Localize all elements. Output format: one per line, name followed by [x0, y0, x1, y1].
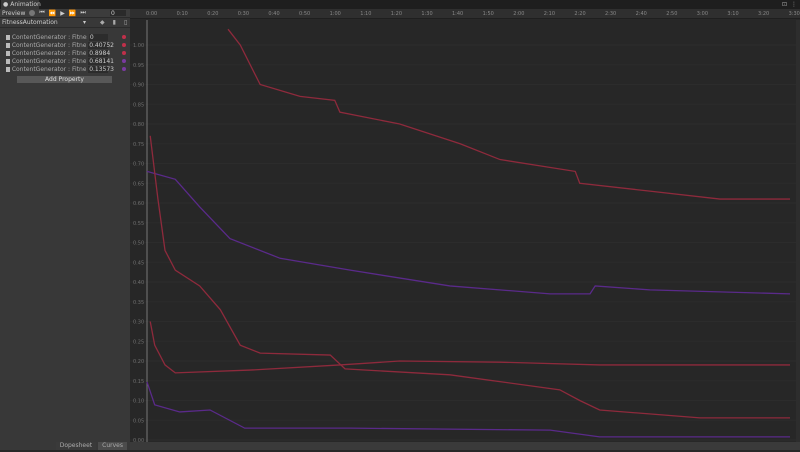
ruler-label: 1:10 [360, 11, 371, 17]
y-tick-label: 0.85 [133, 102, 144, 108]
ruler-label: 2:30 [605, 11, 616, 17]
frame-field[interactable]: 0 [110, 10, 126, 16]
script-icon [6, 67, 10, 72]
record-button[interactable] [29, 10, 35, 16]
script-icon [6, 59, 10, 64]
ruler-label: 1:40 [452, 11, 463, 17]
ruler-label: 0:10 [177, 11, 188, 17]
y-tick-label: 0.10 [133, 399, 144, 405]
preview-button[interactable]: Preview [2, 10, 25, 17]
vertical-scrollbar[interactable] [796, 20, 800, 442]
property-value-field[interactable]: 0.68141 [88, 58, 108, 65]
ruler-label: 1:00 [330, 11, 341, 17]
property-value-field[interactable]: 0.40752 [88, 42, 108, 49]
menu-icon[interactable]: ⋮ [791, 1, 797, 8]
y-tick-label: 0.60 [133, 201, 144, 207]
property-row[interactable]: ContentGenerator : Fitness Plot0 [6, 33, 126, 41]
curve-color-icon [122, 51, 126, 55]
ruler-label: 1:20 [391, 11, 402, 17]
script-icon [6, 43, 10, 48]
y-tick-label: 0.40 [133, 280, 144, 286]
ruler-label: 1:50 [483, 11, 494, 17]
property-label: ContentGenerator : Fitness Plot [12, 34, 87, 41]
y-tick-label: 0.35 [133, 300, 144, 306]
ruler-label: 3:10 [727, 11, 738, 17]
curve-line-2[interactable] [147, 171, 790, 293]
ruler-label: 2:00 [513, 11, 524, 17]
add-keyframe-icon[interactable]: ◆ [100, 19, 105, 26]
y-tick-label: 0.30 [133, 320, 144, 326]
add-event-icon[interactable]: ▮ [113, 19, 116, 26]
property-label: ContentGenerator : Fitness Plot [12, 42, 86, 49]
ruler-label: 3:30 [789, 11, 800, 17]
ruler-label: 3:00 [697, 11, 708, 17]
tab-curves[interactable]: Curves [98, 442, 127, 450]
prev-key-button[interactable]: ⏪ [49, 10, 56, 17]
curve-line-1[interactable] [228, 29, 790, 199]
property-value-field[interactable]: 0.13573 [88, 66, 108, 73]
ruler-label: 2:50 [666, 11, 677, 17]
property-label: ContentGenerator : Fitness Plot [12, 66, 86, 73]
property-panel: Preview ⏮ ⏪ ▶ ⏩ ⏭ 0 FitnessAutomation▾ ◆… [0, 9, 130, 450]
clip-dropdown[interactable]: FitnessAutomation▾ [2, 19, 86, 26]
ruler-label: 0:50 [299, 11, 310, 17]
y-tick-label: 0.90 [133, 83, 144, 89]
animation-icon: ● [3, 1, 8, 8]
y-tick-label: 0.15 [133, 379, 144, 385]
ruler-label: 1:30 [421, 11, 432, 17]
ruler-label: 0:40 [268, 11, 279, 17]
ruler-label: 0:20 [207, 11, 218, 17]
timeline-ruler[interactable]: 0:00 0:10 0:20 0:30 0:40 0:50 1:00 1:10 1:20 1:30… [130, 9, 800, 19]
horizontal-scrollbar[interactable] [130, 442, 800, 450]
first-key-button[interactable]: ⏮ [39, 9, 44, 17]
playback-toolbar: Preview ⏮ ⏪ ▶ ⏩ ⏭ 0 [0, 9, 130, 18]
curve-line-3[interactable] [150, 136, 790, 418]
ruler-label: 3:20 [758, 11, 769, 17]
y-tick-label: 0.75 [133, 142, 144, 148]
play-button[interactable]: ▶ [60, 10, 65, 17]
script-icon [6, 35, 10, 40]
property-row[interactable]: ContentGenerator : Fitness Plot0.68141 [6, 57, 126, 65]
y-tick-label: 0.05 [133, 418, 144, 424]
script-icon [6, 51, 10, 56]
ruler-label: 0:00 [146, 11, 157, 17]
property-row[interactable]: ContentGenerator : Fitness Plot0.40752 [6, 41, 126, 49]
ruler-label: 2:10 [544, 11, 555, 17]
last-key-button[interactable]: ⏭ [80, 9, 85, 17]
y-tick-label: 0.70 [133, 162, 144, 168]
curve-line-5[interactable] [147, 382, 790, 437]
curve-color-icon [122, 35, 126, 39]
y-tick-label: 0.20 [133, 359, 144, 365]
lock-icon[interactable]: ⊡ [782, 1, 787, 8]
curves-plot: 1.00 0.95 0.90 0.85 0.80 0.75 0.70 0.65 0.60 0.55… [130, 20, 800, 450]
filter-icon[interactable]: ▯ [124, 19, 127, 26]
ruler-label: 2:20 [574, 11, 585, 17]
tab-dopesheet[interactable]: Dopesheet [56, 442, 96, 450]
property-row[interactable]: ContentGenerator : Fitness Plot0.13573 [6, 65, 126, 73]
y-tick-label: 0.55 [133, 221, 144, 227]
property-row[interactable]: ContentGenerator : Fitness Plot0.8984 [6, 49, 126, 57]
y-tick-label: 0.95 [133, 63, 144, 69]
y-tick-label: 0.25 [133, 339, 144, 345]
curve-color-icon [122, 67, 126, 71]
property-value-field[interactable]: 0 [89, 34, 108, 41]
y-tick-label: 1.00 [133, 43, 144, 49]
chevron-down-icon: ▾ [83, 19, 86, 26]
curve-editor[interactable]: 1.00 0.95 0.90 0.85 0.80 0.75 0.70 0.65 0.60 0.55… [130, 20, 800, 450]
y-tick-label: 0.45 [133, 260, 144, 266]
y-tick-label: 0.50 [133, 241, 144, 247]
ruler-label: 0:30 [238, 11, 249, 17]
ruler-label: 2:40 [636, 11, 647, 17]
property-value-field[interactable]: 0.8984 [88, 50, 108, 57]
property-label: ContentGenerator : Fitness Plot [12, 50, 86, 57]
curve-color-icon [122, 43, 126, 47]
y-tick-label: 0.65 [133, 181, 144, 187]
property-label: ContentGenerator : Fitness Plot [12, 58, 86, 65]
animation-tab[interactable]: ●Animation [1, 0, 39, 9]
y-tick-label: 0.80 [133, 122, 144, 128]
next-key-button[interactable]: ⏩ [69, 10, 76, 17]
curve-color-icon [122, 59, 126, 63]
window-tab-bar: ●Animation ⊡ ⋮ [0, 0, 800, 9]
add-property-button[interactable]: Add Property [17, 76, 112, 83]
